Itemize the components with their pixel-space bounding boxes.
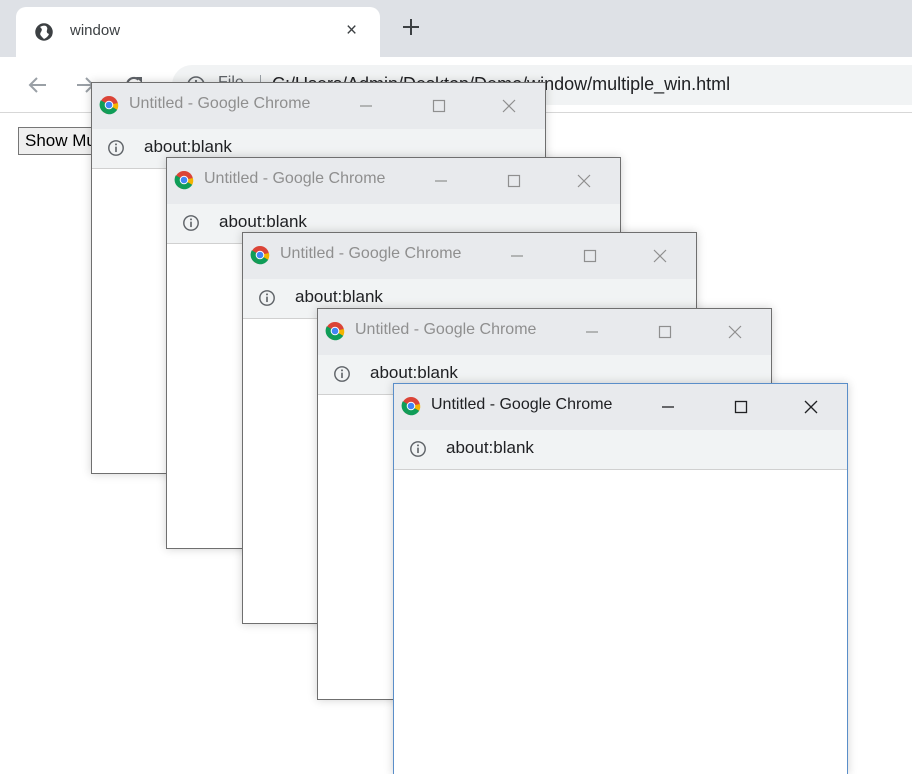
maximize-icon[interactable] (650, 317, 680, 347)
tab-close-icon[interactable]: × (346, 20, 357, 42)
maximize-icon[interactable] (499, 166, 529, 196)
info-icon[interactable] (107, 139, 125, 157)
chrome-logo-icon (250, 246, 270, 265)
chrome-logo-icon (401, 397, 421, 416)
minimize-icon[interactable] (502, 241, 532, 271)
close-icon[interactable] (569, 166, 599, 196)
popup-title: Untitled - Google Chrome (355, 321, 537, 338)
globe-icon (35, 23, 53, 41)
close-icon[interactable] (720, 317, 750, 347)
popup-url: about:blank (370, 363, 458, 382)
maximize-icon[interactable] (726, 392, 756, 422)
info-icon[interactable] (258, 289, 276, 307)
popup-title: Untitled - Google Chrome (280, 245, 462, 262)
popup-titlebar[interactable]: Untitled - Google Chrome (243, 233, 696, 279)
popup-window-5-active[interactable]: Untitled - Google Chrome about:blank (393, 383, 848, 774)
popup-url: about:blank (219, 212, 307, 231)
popup-title: Untitled - Google Chrome (204, 170, 386, 187)
popup-url: about:blank (144, 137, 232, 156)
tab-title: window (70, 22, 121, 39)
plus-icon[interactable] (400, 16, 422, 38)
popup-titlebar[interactable]: Untitled - Google Chrome (92, 83, 545, 129)
maximize-icon[interactable] (424, 91, 454, 121)
minimize-icon[interactable] (351, 91, 381, 121)
close-icon[interactable] (796, 392, 826, 422)
info-icon[interactable] (333, 365, 351, 383)
chrome-logo-icon (99, 96, 119, 115)
minimize-icon[interactable] (426, 166, 456, 196)
info-icon[interactable] (409, 440, 427, 458)
popup-title: Untitled - Google Chrome (431, 396, 613, 413)
maximize-icon[interactable] (575, 241, 605, 271)
popup-url: about:blank (446, 438, 534, 457)
tab-strip: window × (0, 0, 912, 57)
popup-title: Untitled - Google Chrome (129, 95, 311, 112)
popup-titlebar[interactable]: Untitled - Google Chrome (394, 384, 847, 430)
info-icon[interactable] (182, 214, 200, 232)
close-icon[interactable] (645, 241, 675, 271)
desktop-screen: window × File C:/Users/Admin/Desktop/Dem… (0, 0, 912, 774)
chrome-logo-icon (174, 171, 194, 190)
popup-titlebar[interactable]: Untitled - Google Chrome (318, 309, 771, 355)
popup-address-bar[interactable]: about:blank (394, 430, 847, 470)
chrome-logo-icon (325, 322, 345, 341)
close-icon[interactable] (494, 91, 524, 121)
minimize-icon[interactable] (653, 392, 683, 422)
popup-url: about:blank (295, 287, 383, 306)
popup-titlebar[interactable]: Untitled - Google Chrome (167, 158, 620, 204)
back-arrow-icon[interactable] (27, 74, 49, 96)
minimize-icon[interactable] (577, 317, 607, 347)
browser-tab[interactable]: window × (16, 7, 380, 57)
